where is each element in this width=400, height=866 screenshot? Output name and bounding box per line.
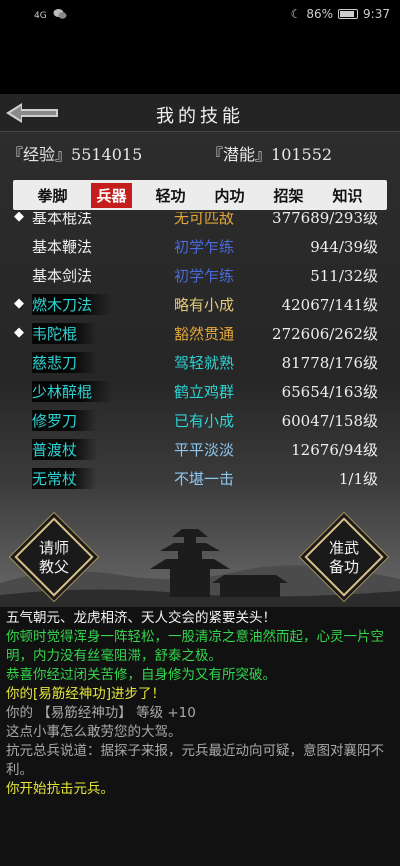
skill-level: 初学乍练: [173, 238, 234, 256]
prepare-martial-button[interactable]: 准武 备功: [304, 517, 384, 597]
status-left: 4G: [34, 8, 67, 23]
skill-level: 鹤立鸡群: [173, 383, 234, 401]
exp-value: 5514015: [71, 145, 143, 164]
tab-zhishi[interactable]: 知识: [327, 183, 367, 208]
log-line: 你的 【易筋经神功】 等级 +10: [6, 705, 196, 721]
wechat-icon: [53, 8, 67, 23]
skill-name: 燃木刀法: [32, 294, 113, 315]
skill-level: 无可匹敌: [173, 212, 234, 227]
potential-label: 『潜能』: [207, 145, 272, 164]
skill-level: 略有小成: [173, 296, 234, 314]
log-line: 抗元总兵说道：据探子来报，元兵最近动向可疑，意图对襄阳不利。: [6, 743, 384, 778]
skill-row[interactable]: 基本剑法 初学乍练 511/32级: [12, 261, 388, 290]
skill-name: 韦陀棍: [32, 323, 98, 344]
tab-qinggong[interactable]: 轻功: [150, 183, 190, 208]
log-line: 你的[易筋经神功]进步了！: [6, 686, 166, 702]
skill-row[interactable]: 无常杖 不堪一击 1/1级: [12, 464, 388, 493]
log-line: 五气朝元、龙虎相济、天人交会的紧要关头！: [6, 610, 276, 626]
ask-master-button[interactable]: 请师 教父: [14, 517, 94, 597]
potential-stat: 『潜能』101552: [207, 141, 332, 165]
battery-percent: 86%: [306, 7, 334, 21]
skill-row[interactable]: 基本鞭法 初学乍练 944/39级: [12, 232, 388, 261]
skill-name: 无常杖: [32, 468, 98, 489]
log-line: 这点小事怎么敢劳您的大驾。: [6, 724, 182, 740]
moon-icon: ☾: [290, 7, 302, 21]
clock: 9:37: [363, 7, 390, 21]
skill-name: 慈悲刀: [32, 352, 98, 373]
log-line: 恭喜你经过闭关苦修，自身修为又有所突破。: [6, 667, 276, 683]
exp-label: 『经验』: [7, 145, 72, 164]
equipped-marker: ◆: [14, 296, 24, 311]
tab-quanjiao[interactable]: 拳脚: [32, 183, 72, 208]
page-title: 我的技能: [156, 106, 244, 127]
skill-level: 已有小成: [173, 412, 234, 430]
signal-indicator: 4G: [34, 10, 47, 21]
skill-row[interactable]: 普渡杖 平平淡淡 12676/94级: [12, 435, 388, 464]
skill-row[interactable]: ◆ 基本棍法 无可匹敌 377689/293级: [12, 212, 388, 232]
prepare-martial-label: 准武 备功: [328, 539, 359, 576]
message-log[interactable]: 五气朝元、龙虎相济、天人交会的紧要关头！ 你顿时觉得浑身一阵轻松，一股清凉之意油…: [0, 607, 400, 866]
equipped-marker: ◆: [14, 212, 24, 224]
skill-progress: 65654/163级: [281, 383, 378, 401]
skill-list[interactable]: ◆ 基本棍法 无可匹敌 377689/293级 基本鞭法 初学乍练 944/39…: [12, 212, 388, 506]
skill-row[interactable]: ◆ 燃木刀法 略有小成 42067/141级: [12, 290, 388, 319]
skill-progress: 12676/94级: [291, 441, 378, 459]
skill-progress: 944/39级: [310, 238, 378, 256]
exp-stat: 『经验』5514015: [7, 141, 142, 165]
skill-row[interactable]: 修罗刀 已有小成 60047/158级: [12, 406, 388, 435]
tab-zhaojia[interactable]: 招架: [268, 183, 308, 208]
skill-level: 不堪一击: [173, 470, 234, 488]
status-bar: 4G ☾ 86% 9:37: [0, 0, 400, 30]
skill-level: 驾轻就熟: [173, 354, 234, 372]
skill-row[interactable]: 慈悲刀 驾轻就熟 81778/176级: [12, 348, 388, 377]
skill-progress: 377689/293级: [272, 212, 378, 227]
skill-name: 基本棍法: [32, 212, 93, 227]
ask-master-label: 请师 教父: [38, 539, 69, 576]
skill-progress: 60047/158级: [281, 412, 378, 430]
skill-progress: 42067/141级: [281, 296, 378, 314]
skill-progress: 81778/176级: [281, 354, 378, 372]
skill-progress: 1/1级: [338, 470, 378, 488]
battery-icon: [338, 9, 359, 19]
skill-level: 豁然贯通: [173, 325, 234, 343]
tab-bingqi[interactable]: 兵器: [91, 182, 132, 208]
skill-name: 普渡杖: [32, 439, 98, 460]
skill-name: 修罗刀: [32, 410, 98, 431]
skill-row[interactable]: 少林醉棍 鹤立鸡群 65654/163级: [12, 377, 388, 406]
log-line: 你顿时觉得浑身一阵轻松，一股清凉之意油然而起，心灵一片空明，内力没有丝毫阻滞，舒…: [6, 629, 384, 664]
skill-progress: 272606/262级: [272, 325, 378, 343]
log-line: 你开始抗击元兵。: [6, 781, 114, 797]
skill-tabs: 拳脚 兵器 轻功 内功 招架 知识: [13, 180, 387, 210]
skill-name: 少林醉棍: [32, 381, 113, 402]
skill-progress: 511/32级: [310, 267, 378, 285]
tab-neigong[interactable]: 内功: [209, 183, 249, 208]
potential-value: 101552: [271, 145, 333, 164]
skill-name: 基本剑法: [32, 267, 93, 285]
skill-level: 平平淡淡: [173, 441, 234, 459]
status-right: ☾ 86% 9:37: [291, 7, 390, 21]
equipped-marker: ◆: [14, 325, 24, 340]
skill-name: 基本鞭法: [32, 238, 93, 256]
skill-level: 初学乍练: [173, 267, 234, 285]
skill-row[interactable]: ◆ 韦陀棍 豁然贯通 272606/262级: [12, 319, 388, 348]
